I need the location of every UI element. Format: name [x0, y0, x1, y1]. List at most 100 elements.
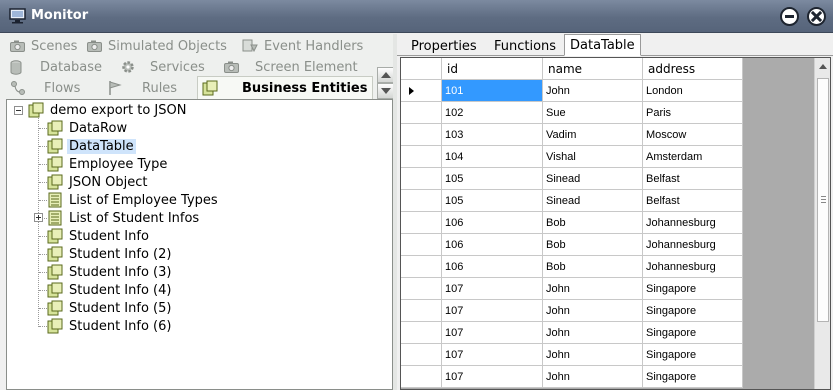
table-cell[interactable]: Moscow [643, 124, 743, 146]
table-cell[interactable]: 106 [442, 234, 543, 256]
tab-properties[interactable]: Properties [406, 36, 482, 56]
table-cell[interactable]: Bob [543, 234, 643, 256]
row-header[interactable] [401, 190, 442, 212]
table-cell[interactable]: Sinead [543, 190, 643, 212]
table-cell[interactable]: London [643, 80, 743, 102]
scroll-thumb[interactable] [817, 78, 829, 322]
row-header[interactable] [401, 278, 442, 300]
arrow-up-icon [819, 63, 827, 69]
table-cell[interactable]: Belfast [643, 168, 743, 190]
table-cell[interactable]: Singapore [643, 300, 743, 322]
table-cell[interactable]: 107 [442, 300, 543, 322]
table-cell[interactable]: Paris [643, 102, 743, 124]
table-cell[interactable]: John [543, 278, 643, 300]
table-cell[interactable]: Belfast [643, 190, 743, 212]
row-header[interactable] [401, 102, 442, 124]
row-header[interactable] [401, 146, 442, 168]
tree-item[interactable]: Student Info [47, 227, 151, 245]
tab-simulated-objects[interactable]: Simulated Objects [87, 36, 227, 56]
table-cell[interactable]: 107 [442, 278, 543, 300]
tree-item[interactable]: Student Info (2) [47, 245, 173, 263]
column-header-id[interactable]: id [442, 58, 543, 80]
scroll-up-button[interactable] [815, 58, 831, 74]
table-cell[interactable]: 106 [442, 256, 543, 278]
tab-functions[interactable]: Functions [489, 36, 561, 56]
table-cell[interactable]: 102 [442, 102, 543, 124]
entity-icon [202, 80, 218, 96]
tree-item[interactable]: DataRow [47, 119, 129, 137]
table-cell[interactable]: 101 [442, 80, 543, 102]
table-cell[interactable]: Vadim [543, 124, 643, 146]
close-button[interactable] [807, 7, 826, 26]
table-cell[interactable]: Sinead [543, 168, 643, 190]
table-cell[interactable]: Johannesburg [643, 256, 743, 278]
row-header[interactable] [401, 366, 442, 388]
tree-root[interactable]: demo export to JSON [28, 101, 188, 119]
table-cell[interactable]: 106 [442, 212, 543, 234]
tab-database[interactable]: Database [10, 57, 102, 77]
table-cell[interactable]: 107 [442, 366, 543, 388]
table-cell[interactable]: Vishal [543, 146, 643, 168]
tree-item[interactable]: DataTable [47, 137, 136, 155]
row-header[interactable] [401, 168, 442, 190]
tree-item[interactable]: List of Student Infos [47, 209, 201, 227]
tree-item[interactable]: Student Info (4) [47, 281, 173, 299]
tab-datatable[interactable]: DataTable [564, 34, 641, 56]
row-header[interactable] [401, 256, 442, 278]
row-header[interactable] [401, 124, 442, 146]
row-header[interactable] [401, 322, 442, 344]
tab-screen-element[interactable]: Screen Element [224, 57, 358, 77]
column-header-address[interactable]: address [643, 58, 743, 80]
table-cell[interactable]: Johannesburg [643, 234, 743, 256]
table-cell[interactable]: Bob [543, 212, 643, 234]
table-cell[interactable]: 105 [442, 168, 543, 190]
table-cell[interactable]: 107 [442, 344, 543, 366]
arrow-up-icon [380, 72, 391, 78]
table-cell[interactable]: Johannesburg [643, 212, 743, 234]
table-cell[interactable]: Singapore [643, 322, 743, 344]
column-header-name[interactable]: name [543, 58, 643, 80]
row-header[interactable] [401, 212, 442, 234]
tab-business-entities[interactable]: Business Entities [197, 76, 373, 99]
table-cell[interactable]: Singapore [643, 278, 743, 300]
table-cell[interactable]: 103 [442, 124, 543, 146]
table-cell[interactable]: 105 [442, 190, 543, 212]
table-cell[interactable]: Amsterdam [643, 146, 743, 168]
tree-item[interactable]: Student Info (6) [47, 317, 173, 335]
row-header[interactable] [401, 300, 442, 322]
tab-flows[interactable]: Flows [10, 78, 80, 98]
row-header[interactable] [401, 234, 442, 256]
tree-item[interactable]: JSON Object [47, 173, 150, 191]
table-cell[interactable]: John [543, 344, 643, 366]
tree-item[interactable]: Student Info (5) [47, 299, 173, 317]
tree-item[interactable]: Student Info (3) [47, 263, 173, 281]
grid-vertical-scrollbar[interactable] [814, 58, 830, 389]
tab-scroll-down-button[interactable] [377, 83, 394, 99]
tree-item[interactable]: Employee Type [47, 155, 169, 173]
row-header[interactable] [401, 80, 442, 102]
table-cell[interactable]: Singapore [643, 344, 743, 366]
panel-splitter[interactable] [393, 34, 397, 390]
table-cell[interactable]: Sue [543, 102, 643, 124]
tab-scroll-up-button[interactable] [377, 67, 394, 83]
tab-rules[interactable]: Rules [108, 78, 177, 98]
table-cell[interactable]: Bob [543, 256, 643, 278]
tab-scenes[interactable]: Scenes [10, 36, 77, 56]
table-cell[interactable]: John [543, 322, 643, 344]
tab-services[interactable]: Services [120, 57, 205, 77]
data-grid[interactable]: id name address 101 John London 102 Sue Paris… [400, 57, 831, 390]
tree-item[interactable]: List of Employee Types [47, 191, 220, 209]
cell-value: 106 [445, 260, 464, 273]
row-header[interactable] [401, 344, 442, 366]
collapse-toggle[interactable] [14, 106, 23, 115]
table-cell[interactable]: Singapore [643, 366, 743, 388]
table-cell[interactable]: John [543, 300, 643, 322]
minimize-button[interactable] [780, 7, 799, 26]
table-cell[interactable]: John [543, 366, 643, 388]
table-cell[interactable]: John [543, 80, 643, 102]
expand-toggle[interactable] [34, 213, 43, 222]
table-cell[interactable]: 104 [442, 146, 543, 168]
tab-event-handlers[interactable]: Event Handlers [242, 36, 363, 56]
database-icon [10, 59, 22, 75]
table-cell[interactable]: 107 [442, 322, 543, 344]
